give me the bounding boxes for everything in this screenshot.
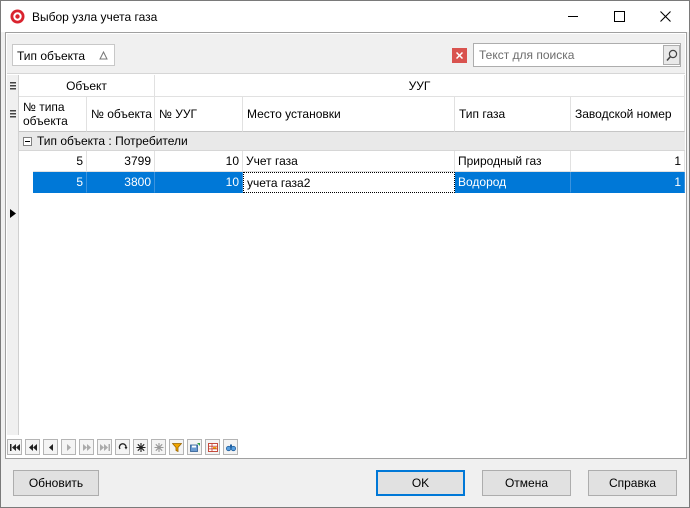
next-icon [67, 444, 71, 451]
prev-page-icon [29, 444, 37, 451]
group-by-panel: Тип объекта [7, 34, 685, 74]
column-header-serial-no[interactable]: Заводской номер [571, 97, 685, 132]
app-icon [10, 9, 25, 24]
nav-next-button[interactable] [61, 439, 76, 455]
maximize-button[interactable] [597, 1, 643, 32]
nav-grid-button[interactable] [205, 439, 220, 455]
nav-refresh-button[interactable] [115, 439, 130, 455]
save-icon [190, 443, 200, 452]
column-header-install-place[interactable]: Место установки [243, 97, 455, 132]
nav-filter-button[interactable] [169, 439, 184, 455]
refresh-icon [118, 443, 128, 450]
nav-prev-button[interactable] [43, 439, 58, 455]
grid-icon [208, 443, 218, 452]
cell-install-place-focused[interactable]: учета газа2 [243, 172, 455, 193]
cell-object-type-no[interactable]: 5 [33, 172, 87, 193]
group-row-label: Тип объекта : Потребители [37, 134, 188, 148]
nav-last-button[interactable] [97, 439, 112, 455]
cell-uug-no[interactable]: 10 [155, 172, 243, 193]
search-input[interactable] [474, 44, 662, 66]
clear-icon [456, 52, 463, 59]
first-icon [10, 444, 20, 451]
window-title: Выбор узла учета газа [32, 10, 158, 24]
search-box [473, 43, 681, 67]
nav-delete-button[interactable] [151, 439, 166, 455]
find-icon [226, 444, 236, 452]
cell-serial-no[interactable]: 1 [571, 151, 685, 172]
nav-first-button[interactable] [7, 439, 22, 455]
cancel-button[interactable]: Отмена [482, 470, 571, 496]
table-row[interactable]: 5 3799 10 Учет газа Природный газ 1 [19, 151, 685, 172]
data-grid: Объект УУГ № типа объекта № объекта № УУ… [7, 75, 685, 435]
grid-navigator [7, 439, 247, 457]
ok-button[interactable]: OK [376, 470, 465, 496]
column-header-object-no[interactable]: № объекта [87, 97, 155, 132]
cell-install-place[interactable]: Учет газа [243, 151, 455, 172]
customize-columns-icon[interactable] [8, 109, 18, 119]
collapse-icon[interactable] [23, 137, 32, 146]
dialog-footer: Обновить OK Отмена Справка [1, 460, 689, 507]
column-header-gas-type[interactable]: Тип газа [455, 97, 571, 132]
clear-search-button[interactable] [452, 48, 467, 63]
column-header-uug-no[interactable]: № УУГ [155, 97, 243, 132]
customize-bands-icon[interactable] [8, 81, 18, 91]
band-label: УУГ [408, 79, 431, 93]
cell-object-type-no[interactable]: 5 [33, 151, 87, 172]
close-icon [660, 11, 671, 22]
search-icon [666, 49, 678, 62]
nav-save-button[interactable] [187, 439, 202, 455]
nav-find-button[interactable] [223, 439, 238, 455]
nav-insert-button[interactable] [133, 439, 148, 455]
prev-icon [49, 444, 53, 451]
cell-serial-no[interactable]: 1 [571, 172, 685, 193]
cell-gas-type[interactable]: Водород [455, 172, 571, 193]
title-bar[interactable]: Выбор узла учета газа [1, 1, 689, 32]
insert-icon [136, 443, 146, 452]
group-by-chip[interactable]: Тип объекта [12, 44, 115, 66]
last-icon [100, 444, 110, 451]
refresh-button[interactable]: Обновить [13, 470, 99, 496]
filter-icon [172, 443, 182, 452]
band-header-object[interactable]: Объект [19, 75, 155, 97]
close-button[interactable] [643, 1, 689, 32]
table-row-selected[interactable]: 5 3800 10 учета газа2 Водород 1 [19, 172, 685, 193]
column-header-object-type-no[interactable]: № типа объекта [19, 97, 87, 132]
minimize-button[interactable] [551, 1, 597, 32]
nav-prev-page-button[interactable] [25, 439, 40, 455]
search-button[interactable] [663, 45, 680, 65]
cell-object-no[interactable]: 3799 [87, 151, 155, 172]
band-label: Объект [66, 79, 107, 93]
dialog-window: Выбор узла учета газа Тип объекта Текст … [0, 0, 690, 508]
row-indicator-column [7, 75, 19, 435]
maximize-icon [614, 11, 625, 22]
group-row[interactable]: Тип объекта : Потребители [19, 132, 685, 151]
group-by-chip-label: Тип объекта [17, 49, 86, 63]
nav-next-page-button[interactable] [79, 439, 94, 455]
cell-object-no[interactable]: 3800 [87, 172, 155, 193]
help-button[interactable]: Справка [588, 470, 677, 496]
delete-icon [154, 443, 164, 452]
band-header-uug[interactable]: УУГ [155, 75, 685, 97]
cell-uug-no[interactable]: 10 [155, 151, 243, 172]
minimize-icon [568, 16, 578, 17]
cell-gas-type[interactable]: Природный газ [455, 151, 571, 172]
current-row-indicator-icon [10, 209, 16, 218]
content-panel: Тип объекта Объект УУГ № типа объект [5, 32, 687, 459]
sort-ascending-icon [99, 51, 108, 60]
next-page-icon [83, 444, 91, 451]
